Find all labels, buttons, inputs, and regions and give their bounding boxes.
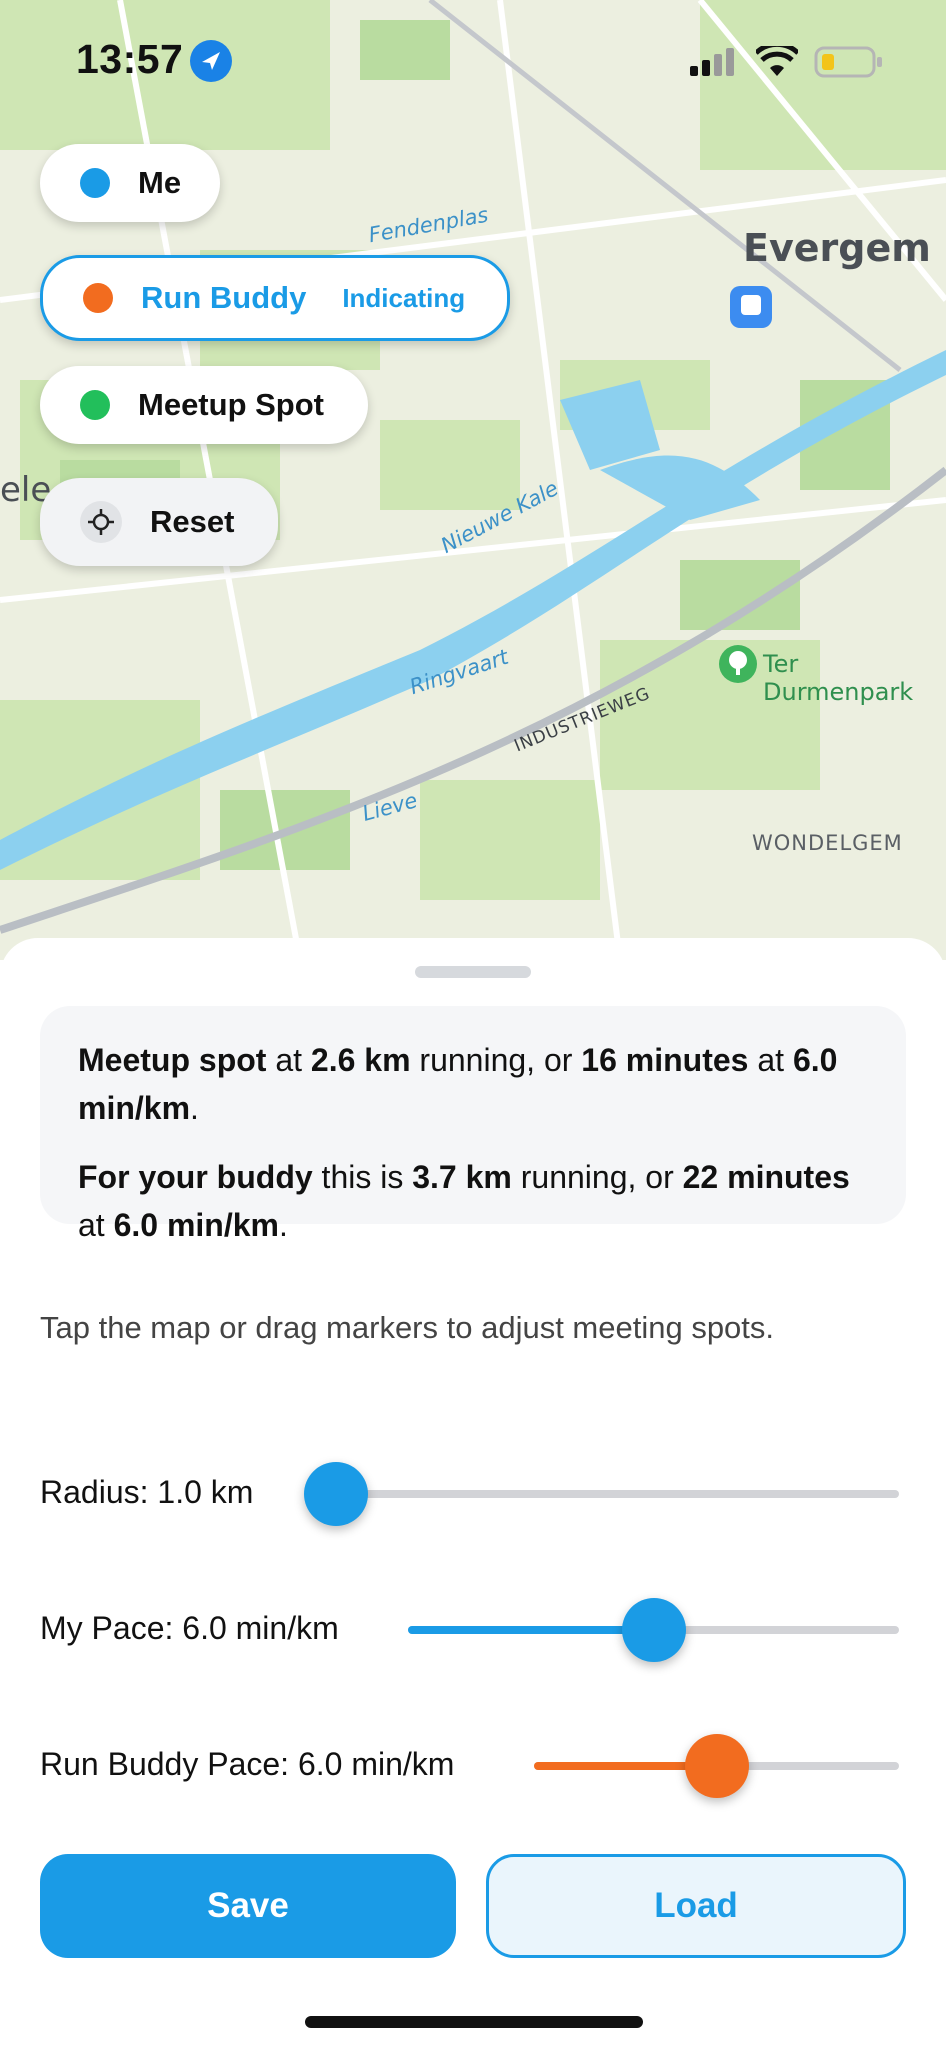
legend-buddy-label: Run Buddy xyxy=(141,280,307,315)
summary-duration: 16 minutes xyxy=(581,1042,749,1078)
park-tree-icon xyxy=(719,645,757,683)
summary-text: . xyxy=(278,1207,288,1243)
meetup-marker-icon xyxy=(80,390,110,420)
summary-pace: 6.0 min/km xyxy=(113,1207,279,1243)
summary-subject: For your buddy xyxy=(78,1159,313,1195)
reset-button[interactable]: Reset xyxy=(40,478,278,566)
me-marker-icon xyxy=(80,168,110,198)
summary-text: at xyxy=(78,1207,114,1243)
summary-text: running, or xyxy=(410,1042,582,1078)
train-station-icon xyxy=(730,286,772,328)
summary-text: running, or xyxy=(511,1159,683,1195)
battery-icon xyxy=(814,46,882,78)
summary-subject: Meetup spot xyxy=(78,1042,267,1078)
legend-me-label: Me xyxy=(138,165,182,200)
legend-me[interactable]: Me xyxy=(40,144,220,222)
map-label-park: Ter Durmenpark xyxy=(763,650,914,706)
radius-slider-track[interactable] xyxy=(336,1490,899,1498)
buddy-marker-icon xyxy=(83,283,113,313)
summary-text: at xyxy=(266,1042,311,1078)
reset-label: Reset xyxy=(150,504,235,539)
my-pace-slider-thumb[interactable] xyxy=(621,1598,686,1662)
location-arrow-icon xyxy=(190,40,232,82)
info-card: Meetup spot at 2.6 km running, or 16 min… xyxy=(40,1006,906,1243)
summary-text: at xyxy=(748,1042,793,1078)
indicating-badge: Indicating xyxy=(342,282,466,313)
save-button[interactable]: Save xyxy=(40,1854,456,1958)
my-pace-slider-fill xyxy=(408,1626,654,1634)
summary-distance: 2.6 km xyxy=(310,1042,411,1078)
map-label-city: Evergem xyxy=(743,226,931,270)
my-pace-label: My Pace: 6.0 min/km xyxy=(40,1610,339,1646)
home-indicator xyxy=(305,2016,643,2028)
sheet-grabber[interactable] xyxy=(415,966,531,978)
summary-distance: 3.7 km xyxy=(412,1159,512,1195)
radius-label: Radius: 1.0 km xyxy=(40,1474,254,1510)
legend-meetup-spot[interactable]: Meetup Spot xyxy=(40,366,368,444)
wifi-icon xyxy=(756,46,798,76)
crosshair-icon xyxy=(80,501,122,543)
instruction-text: Tap the map or drag markers to adjust me… xyxy=(40,1310,775,1345)
map-label-wondelgem: WONDELGEM xyxy=(752,831,903,855)
load-button[interactable]: Load xyxy=(486,1854,906,1958)
signal-icon xyxy=(690,48,734,76)
status-bar: 13:57 xyxy=(0,0,946,120)
buddy-summary: For your buddy this is 3.7 km running, o… xyxy=(78,1153,878,1249)
status-time: 13:57 xyxy=(76,36,184,82)
summary-text: this is xyxy=(312,1159,413,1195)
summary-duration: 22 minutes xyxy=(682,1159,850,1195)
legend-meetup-label: Meetup Spot xyxy=(138,387,324,422)
legend-run-buddy[interactable]: Run Buddy Indicating xyxy=(40,255,510,341)
meetup-summary: Meetup spot at 2.6 km running, or 16 min… xyxy=(78,1036,878,1132)
buddy-pace-label: Run Buddy Pace: 6.0 min/km xyxy=(40,1746,455,1782)
radius-slider-thumb[interactable] xyxy=(304,1462,368,1526)
summary-text: . xyxy=(190,1090,199,1126)
buddy-pace-slider-thumb[interactable] xyxy=(684,1734,749,1798)
